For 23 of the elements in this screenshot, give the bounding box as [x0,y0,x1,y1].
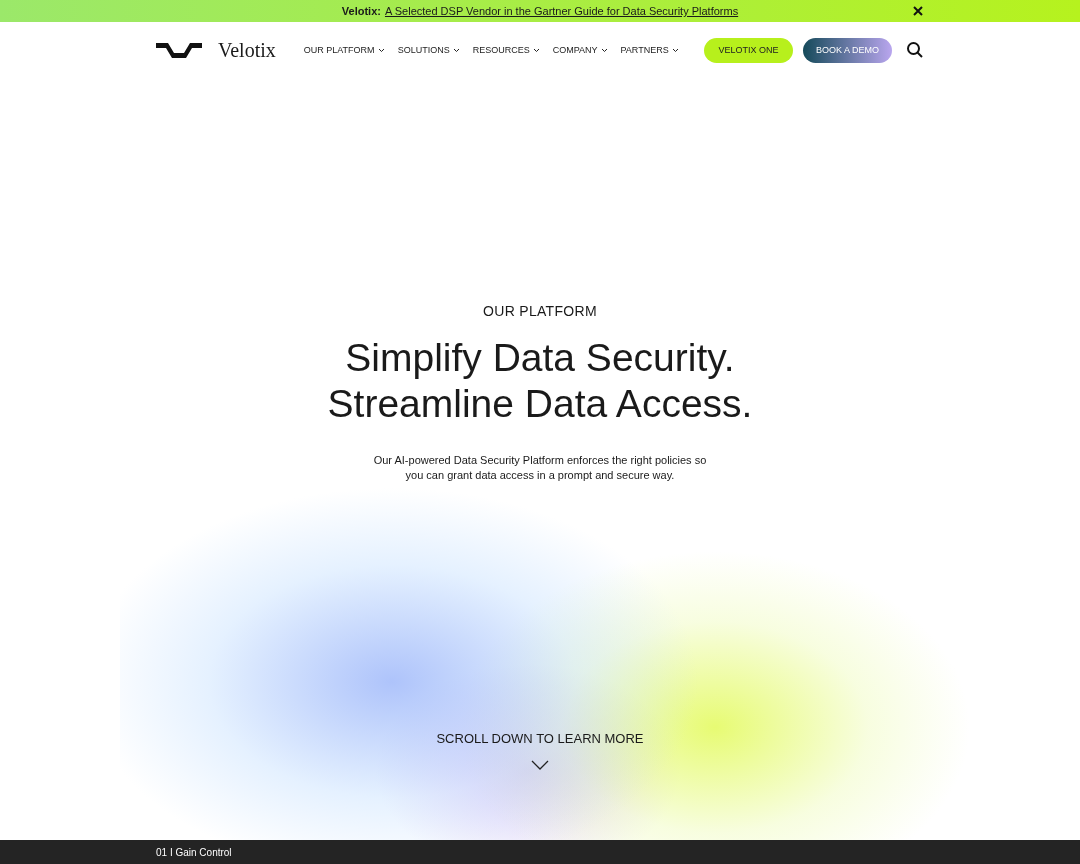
nav-link[interactable]: SOLUTIONS [397,45,460,55]
chevron-down-icon [671,47,679,53]
demo-button[interactable]: BOOK A DEMO [803,37,892,63]
chevron-down-icon [377,47,385,53]
logo-icon [156,42,202,58]
scroll-hint: SCROLL DOWN TO LEARN MORE [436,731,644,746]
section-eyebrow: OUR PLATFORM [483,303,597,319]
logo-text[interactable]: Velotix [218,38,276,62]
nav-link[interactable]: OUR PLATFORM [303,45,385,55]
hero-title: Simplify Data Security. Streamline Data Access. [327,335,753,427]
chevron-down-icon [600,47,608,53]
section-label: 01 I Gain Control [156,846,232,858]
product-button[interactable]: VELOTIX ONE [704,37,793,63]
announcement-brand: Velotix: [341,5,381,17]
nav-link[interactable]: PARTNERS [620,45,679,55]
nav-link[interactable]: COMPANY [552,45,608,55]
nav-link[interactable]: RESOURCES [472,45,540,55]
chevron-down-icon [452,47,460,53]
chevron-down-icon[interactable] [531,760,549,770]
announcement-link[interactable]: A Selected DSP Vendor in the Gartner Guide for Data Security Platforms [384,5,739,17]
hero-description: Our AI-powered Data Security Platform enforces the right policies so you can grant data access in a prompt and secure way. [372,453,708,483]
chevron-down-icon [532,47,540,53]
search-button[interactable] [906,41,924,59]
